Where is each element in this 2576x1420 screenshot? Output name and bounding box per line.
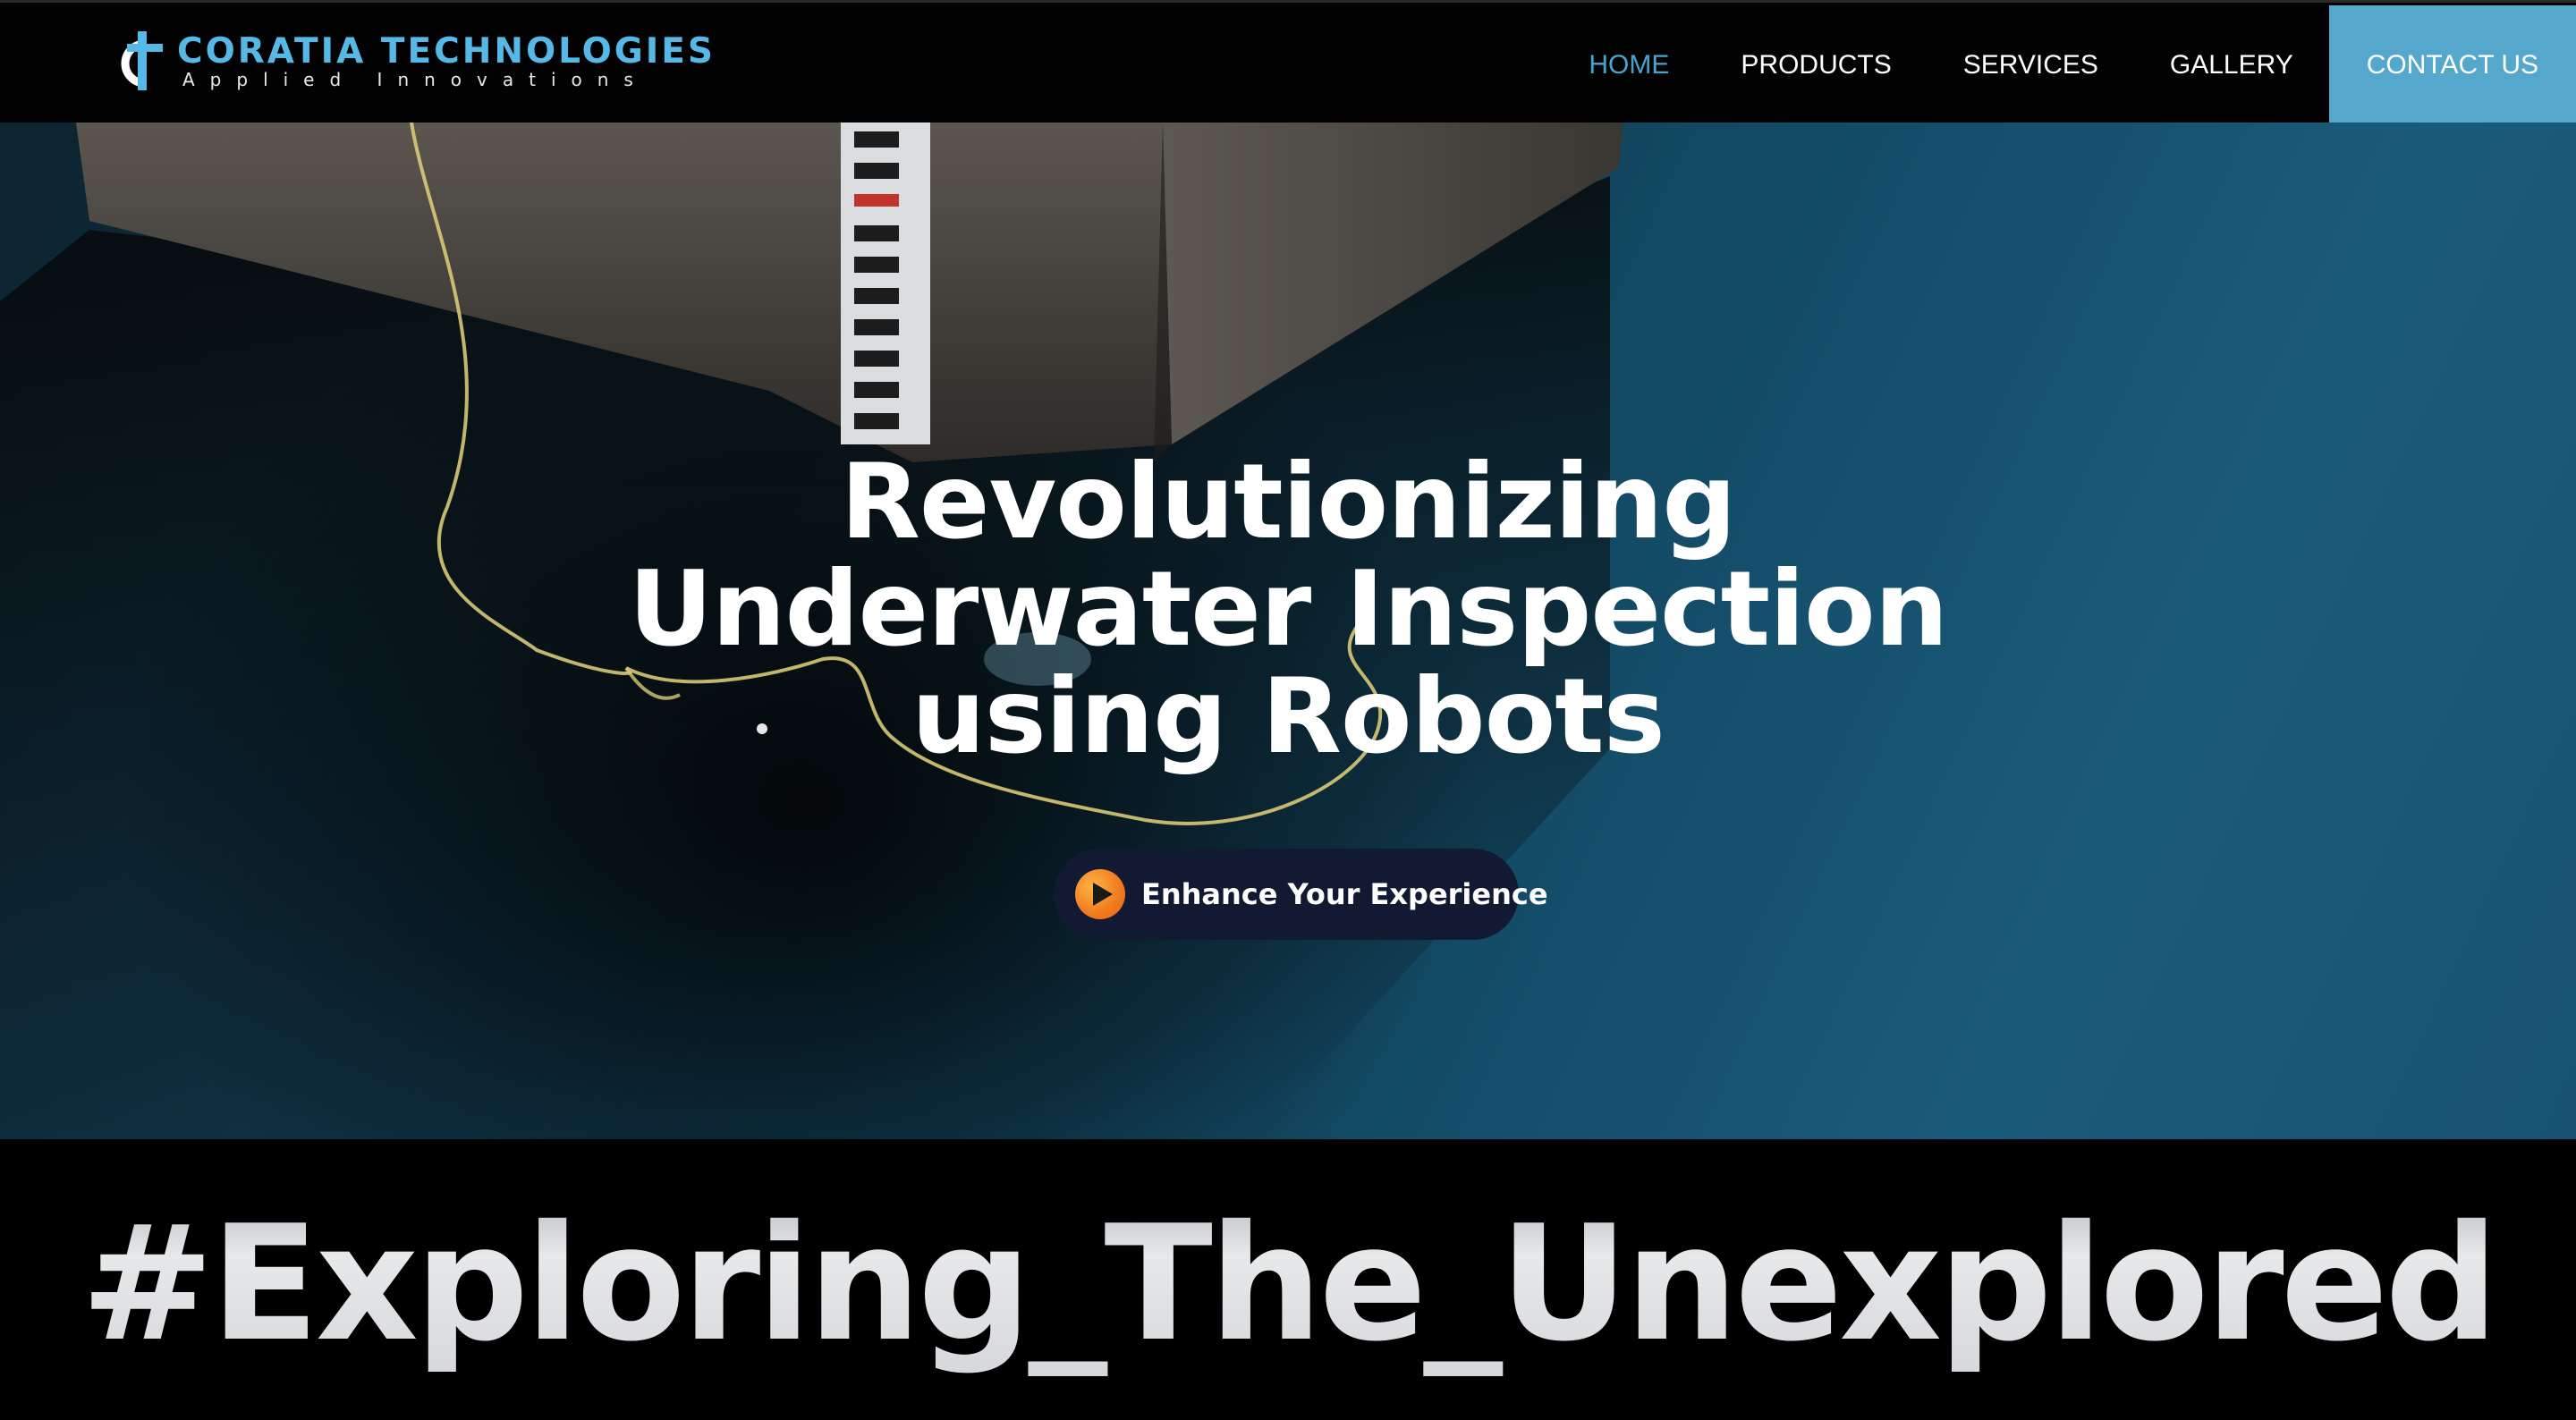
hashtag-text: #Exploring_The_Unexplored bbox=[80, 1190, 2499, 1376]
coratia-logo-icon bbox=[121, 31, 163, 90]
enhance-experience-button[interactable]: Enhance Your Experience bbox=[1054, 849, 1548, 940]
hero-headline-line-2: Underwater Inspection bbox=[628, 549, 1949, 670]
hero-headline: Revolutionizing Underwater Inspection us… bbox=[0, 449, 2576, 771]
hero-section: Revolutionizing Underwater Inspection us… bbox=[0, 123, 2576, 1139]
nav-item-services[interactable]: SERVICES bbox=[1928, 5, 2134, 125]
contact-us-button[interactable]: CONTACT US bbox=[2328, 5, 2576, 125]
brand-logo[interactable]: CORATIA TECHNOLOGIES Applied Innovations bbox=[106, 26, 713, 97]
site-header: CORATIA TECHNOLOGIES Applied Innovations… bbox=[0, 0, 2576, 125]
hero-headline-line-1: Revolutionizing bbox=[840, 442, 1737, 562]
brand-tagline: Applied Innovations bbox=[182, 69, 648, 90]
brand-name: CORATIA TECHNOLOGIES bbox=[177, 31, 716, 72]
nav-item-gallery[interactable]: GALLERY bbox=[2134, 5, 2329, 125]
main-nav: HOME PRODUCTS SERVICES GALLERY CONTACT U… bbox=[1553, 5, 2576, 125]
enhance-experience-label: Enhance Your Experience bbox=[1141, 877, 1548, 911]
hero-headline-line-3: using Robots bbox=[911, 656, 1665, 777]
nav-item-home[interactable]: HOME bbox=[1553, 5, 1705, 125]
nav-item-products[interactable]: PRODUCTS bbox=[1705, 5, 1927, 125]
play-icon bbox=[1075, 869, 1125, 919]
hashtag-banner: #Exploring_The_Unexplored bbox=[0, 1139, 2576, 1420]
